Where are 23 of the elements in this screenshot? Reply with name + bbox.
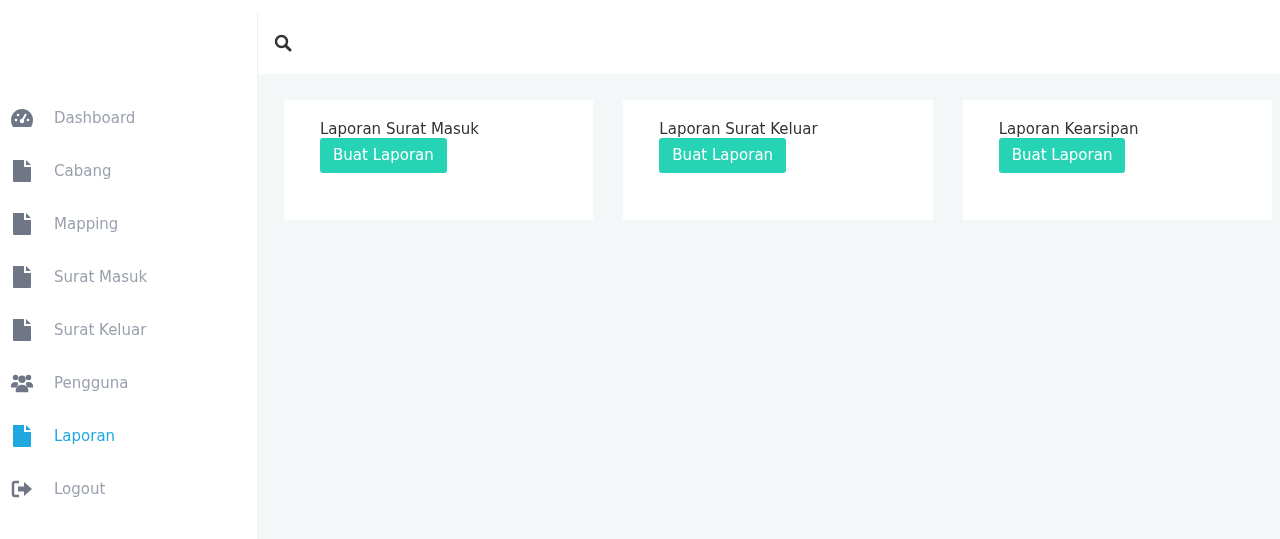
sidebar-item[interactable]: Surat Keluar: [0, 308, 257, 352]
card-title: Laporan Kearsipan: [998, 120, 1139, 138]
search-icon[interactable]: [274, 34, 292, 52]
file-icon: [12, 318, 32, 342]
file-icon: [12, 424, 32, 448]
create-report-button[interactable]: Buat Laporan: [659, 138, 787, 173]
file-icon: [12, 212, 32, 236]
sidebar-item[interactable]: Mapping: [0, 202, 257, 246]
users-icon: [10, 372, 34, 394]
create-report-button[interactable]: Buat Laporan: [998, 138, 1126, 173]
file-icon: [12, 265, 32, 289]
card-title: Laporan Surat Masuk: [320, 120, 480, 138]
sidebar-item[interactable]: Cabang: [0, 149, 257, 193]
sidebar-item[interactable]: Dashboard: [0, 96, 257, 140]
create-report-button[interactable]: Buat Laporan: [320, 138, 447, 173]
logout-icon: [11, 480, 33, 498]
sidebar-item[interactable]: Logout: [0, 467, 257, 511]
file-icon: [12, 159, 32, 183]
sidebar-item[interactable]: Surat Masuk: [0, 255, 257, 299]
sidebar-item[interactable]: Laporan: [0, 414, 257, 458]
card-title: Laporan Surat Keluar: [659, 120, 818, 138]
gauge-icon: [10, 108, 34, 128]
sidebar-item[interactable]: Pengguna: [0, 361, 257, 405]
